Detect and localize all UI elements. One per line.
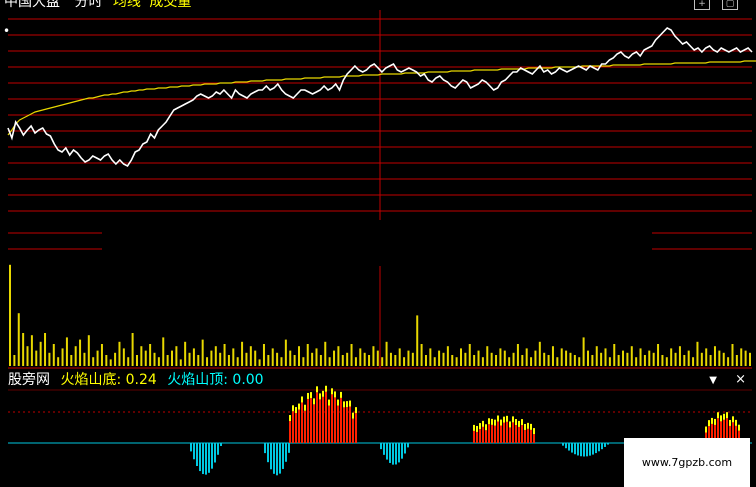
restore-glyph: ▢ [725, 0, 735, 9]
expand-icon[interactable]: + [694, 0, 710, 10]
watermark: www.7gpzb.com [624, 438, 750, 487]
expand-glyph: + [698, 0, 706, 9]
intraday-chart-window: 中国大盘 分时 均线 成交量 + ▢ • 股旁网 火焰山底: 0.24 火焰山顶… [0, 0, 756, 487]
volume-label: 成交量 [149, 0, 192, 10]
cursor-dot: • [3, 24, 11, 38]
indicator-source[interactable]: 股旁网 [8, 372, 50, 388]
chart-canvas[interactable] [0, 0, 756, 487]
chart-header: 中国大盘 分时 均线 成交量 [4, 0, 191, 10]
chevron-down-icon[interactable]: ▼ [709, 375, 717, 386]
avg-line-label: 均线 [112, 0, 141, 10]
flame-bottom-label: 火焰山底: [60, 372, 122, 388]
stock-name[interactable]: 中国大盘 [4, 0, 60, 10]
restore-icon[interactable]: ▢ [722, 0, 738, 10]
flame-top-value: 0.00 [232, 372, 264, 388]
view-label: 分时 [74, 0, 103, 10]
close-icon[interactable]: × [735, 372, 746, 387]
indicator-controls: ▼ × [709, 372, 746, 387]
indicator-header: 股旁网 火焰山底: 0.24 火焰山顶: 0.00 [8, 372, 264, 388]
flame-bottom-value: 0.24 [125, 372, 157, 388]
flame-top-label: 火焰山顶: [167, 372, 228, 388]
